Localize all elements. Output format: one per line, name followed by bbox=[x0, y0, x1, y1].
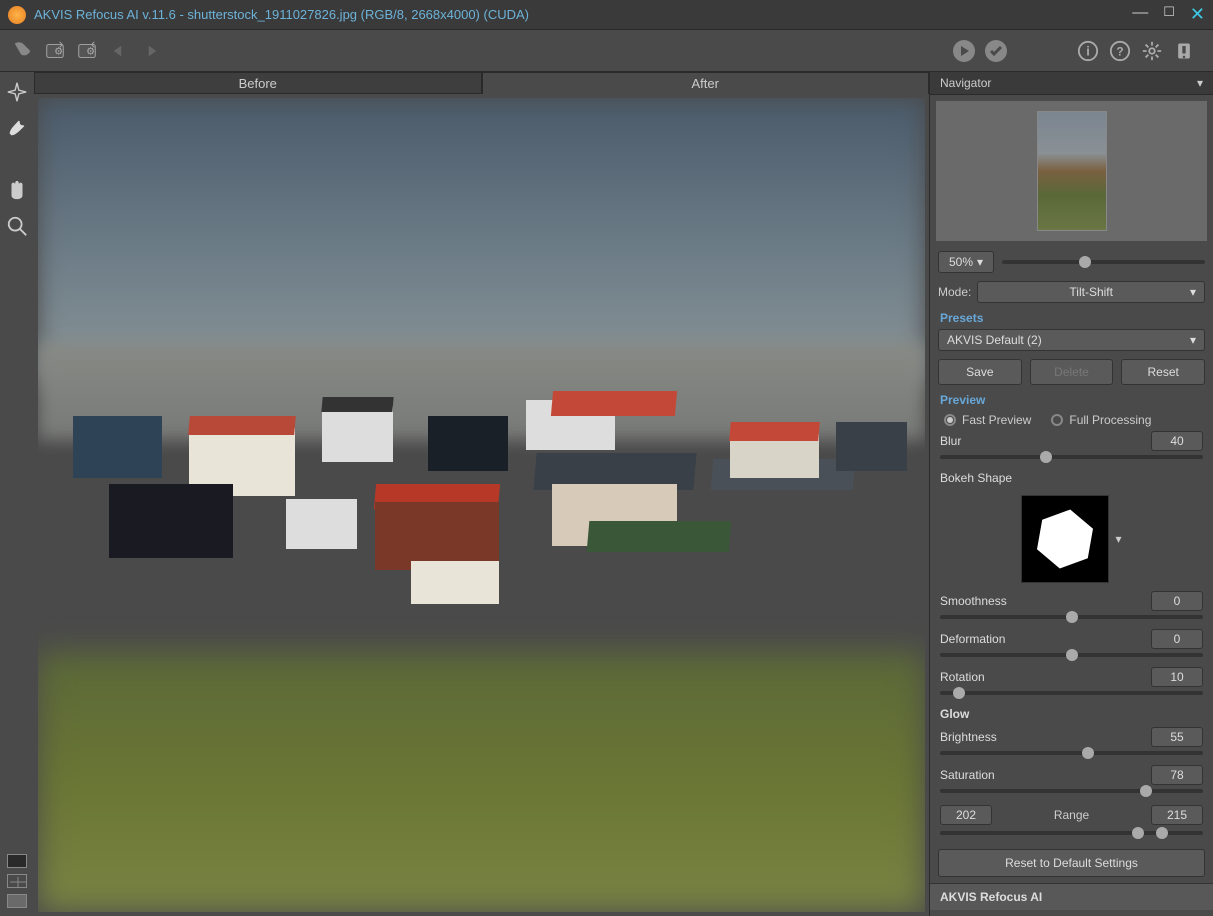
preset-dropdown[interactable]: AKVIS Default (2)▾ bbox=[938, 329, 1205, 351]
save-button[interactable]: Save bbox=[938, 359, 1022, 385]
svg-text:i: i bbox=[1086, 43, 1090, 58]
navigator-thumbnail[interactable] bbox=[936, 101, 1207, 241]
svg-text:?: ? bbox=[1116, 44, 1123, 58]
deformation-label: Deformation bbox=[940, 632, 1005, 646]
deformation-slider[interactable] bbox=[940, 653, 1203, 657]
open-button[interactable] bbox=[10, 38, 36, 64]
zoom-slider[interactable] bbox=[1002, 260, 1205, 264]
maximize-button[interactable]: ☐ bbox=[1163, 4, 1175, 25]
minimize-button[interactable]: — bbox=[1132, 4, 1148, 25]
main-area: Before After bbox=[0, 72, 1213, 916]
zoom-dropdown[interactable]: 50%▾ bbox=[938, 251, 994, 273]
mode-dropdown[interactable]: Tilt-Shift▾ bbox=[977, 281, 1205, 303]
saturation-label: Saturation bbox=[940, 768, 995, 782]
settings-button[interactable] bbox=[1139, 38, 1165, 64]
app-logo-icon bbox=[8, 6, 26, 24]
presets-save-button[interactable]: ⚙ bbox=[74, 38, 100, 64]
zoom-control: 50%▾ bbox=[930, 247, 1213, 277]
blur-slider[interactable] bbox=[940, 455, 1203, 459]
preview-section-title: Preview bbox=[930, 389, 1213, 411]
rotation-value[interactable]: 10 bbox=[1151, 667, 1203, 687]
reset-button[interactable]: Reset bbox=[1121, 359, 1205, 385]
titlebar: AKVIS Refocus AI v.11.6 - shutterstock_1… bbox=[0, 0, 1213, 30]
help-button[interactable]: ? bbox=[1107, 38, 1133, 64]
blur-value[interactable]: 40 bbox=[1151, 431, 1203, 451]
smoothness-value[interactable]: 0 bbox=[1151, 591, 1203, 611]
tab-after[interactable]: After bbox=[482, 72, 930, 94]
navigator-header: Navigator ▾ bbox=[930, 72, 1213, 95]
mode-label: Mode: bbox=[938, 285, 971, 299]
full-processing-radio[interactable]: Full Processing bbox=[1051, 413, 1151, 427]
bokeh-label: Bokeh Shape bbox=[930, 467, 1213, 489]
selection-tool[interactable] bbox=[5, 80, 29, 104]
range-label: Range bbox=[1000, 808, 1143, 822]
view-tabs: Before After bbox=[34, 72, 929, 94]
hand-tool[interactable] bbox=[5, 178, 29, 202]
brightness-slider[interactable] bbox=[940, 751, 1203, 755]
svg-text:⚙: ⚙ bbox=[86, 46, 95, 57]
presets-load-button[interactable]: ⚙ bbox=[42, 38, 68, 64]
info-button[interactable]: i bbox=[1075, 38, 1101, 64]
window-title: AKVIS Refocus AI v.11.6 - shutterstock_1… bbox=[34, 7, 1132, 22]
notification-button[interactable] bbox=[1171, 38, 1197, 64]
close-button[interactable]: ✕ bbox=[1190, 4, 1205, 25]
left-toolbar bbox=[0, 72, 34, 916]
window-controls: — ☐ ✕ bbox=[1132, 4, 1205, 25]
blur-label: Blur bbox=[940, 434, 961, 448]
rotation-label: Rotation bbox=[940, 670, 985, 684]
footer-product-label: AKVIS Refocus AI bbox=[930, 883, 1213, 910]
brightness-value[interactable]: 55 bbox=[1151, 727, 1203, 747]
mode-row: Mode: Tilt-Shift▾ bbox=[930, 277, 1213, 307]
presets-label: Presets bbox=[930, 307, 1213, 325]
bokeh-shape-preview[interactable] bbox=[1021, 495, 1109, 583]
reset-defaults-button[interactable]: Reset to Default Settings bbox=[938, 849, 1205, 877]
brightness-label: Brightness bbox=[940, 730, 997, 744]
color-swatch-3[interactable] bbox=[7, 894, 27, 908]
svg-text:⚙: ⚙ bbox=[54, 46, 63, 57]
chevron-down-icon[interactable]: ▾ bbox=[1115, 532, 1121, 546]
redo-button[interactable] bbox=[138, 38, 164, 64]
smoothness-label: Smoothness bbox=[940, 594, 1007, 608]
image-canvas[interactable] bbox=[34, 94, 929, 916]
saturation-slider[interactable] bbox=[940, 789, 1203, 793]
canvas-area: Before After bbox=[34, 72, 929, 916]
zoom-tool[interactable] bbox=[5, 214, 29, 238]
saturation-value[interactable]: 78 bbox=[1151, 765, 1203, 785]
run-button[interactable] bbox=[951, 38, 977, 64]
settings-panel: Navigator ▾ 50%▾ Mode: Tilt-Shift▾ Prese… bbox=[929, 72, 1213, 916]
deformation-value[interactable]: 0 bbox=[1151, 629, 1203, 649]
range-low[interactable]: 202 bbox=[940, 805, 992, 825]
fast-preview-radio[interactable]: Fast Preview bbox=[944, 413, 1031, 427]
color-swatch-1[interactable] bbox=[7, 854, 27, 868]
top-toolbar: ⚙ ⚙ i ? bbox=[0, 30, 1213, 72]
smoothness-slider[interactable] bbox=[940, 615, 1203, 619]
range-high[interactable]: 215 bbox=[1151, 805, 1203, 825]
rotation-slider[interactable] bbox=[940, 691, 1203, 695]
tab-before[interactable]: Before bbox=[34, 72, 482, 94]
navigator-label: Navigator bbox=[940, 76, 991, 90]
delete-button[interactable]: Delete bbox=[1030, 359, 1114, 385]
brush-tool[interactable] bbox=[5, 116, 29, 140]
color-swatch-2[interactable] bbox=[7, 874, 27, 888]
range-slider[interactable] bbox=[940, 831, 1203, 835]
undo-button[interactable] bbox=[106, 38, 132, 64]
glow-label: Glow bbox=[930, 703, 1213, 725]
chevron-down-icon[interactable]: ▾ bbox=[1197, 76, 1203, 90]
apply-button[interactable] bbox=[983, 38, 1009, 64]
